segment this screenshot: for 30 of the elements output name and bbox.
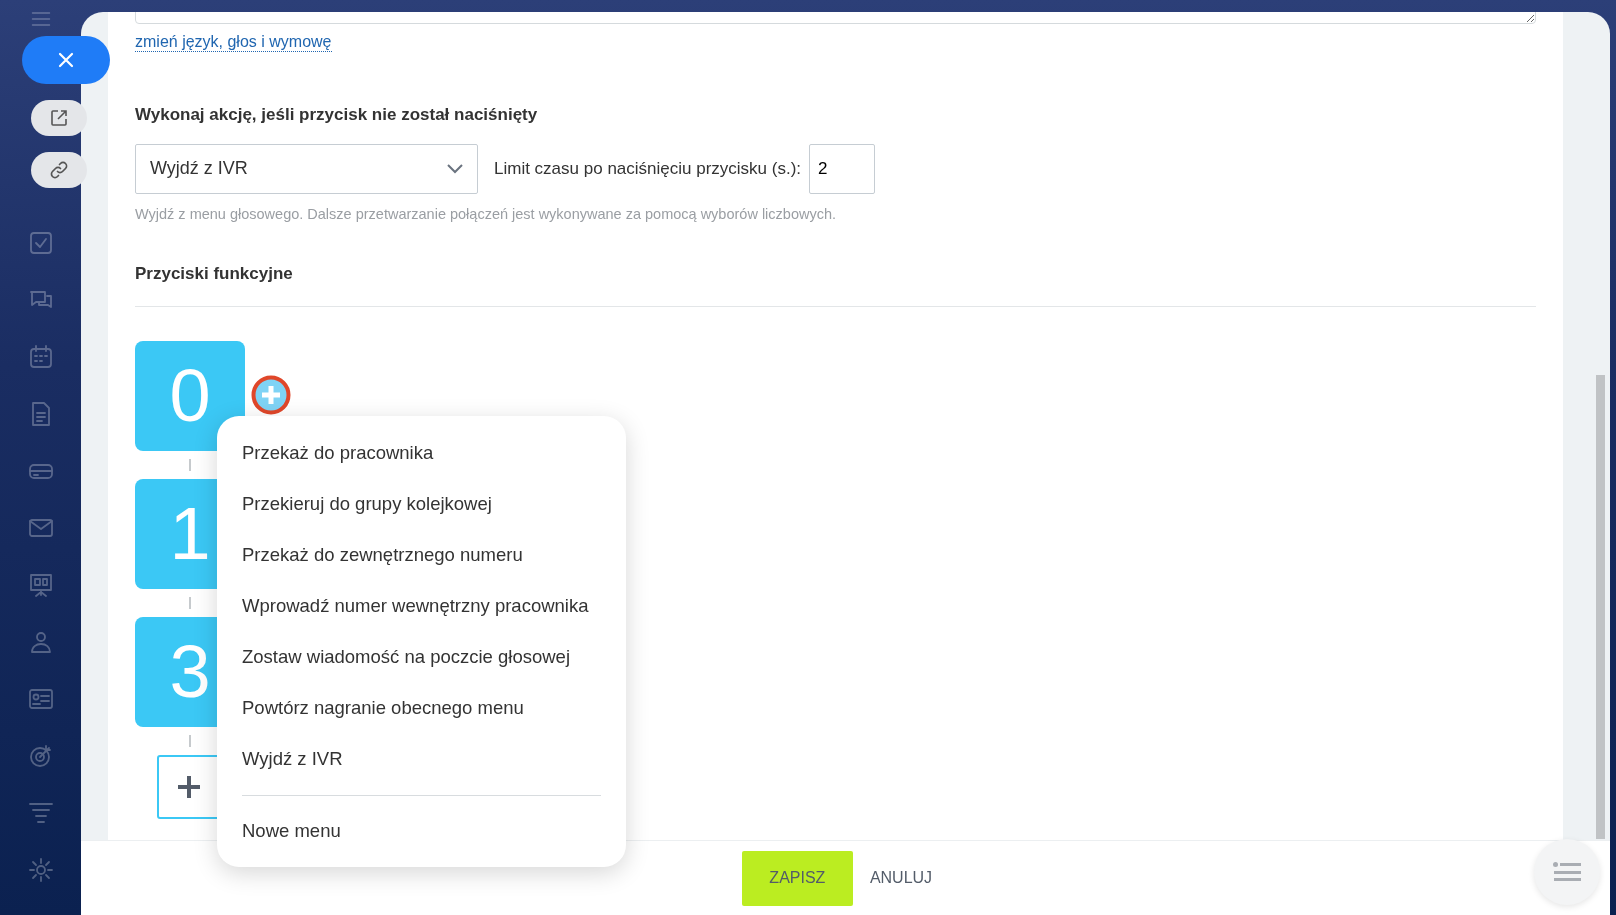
open-in-new-window-button[interactable] [31, 100, 87, 136]
copy-link-button[interactable] [31, 152, 87, 188]
checkbox-icon[interactable] [27, 230, 54, 256]
menu-item[interactable]: Nowe menu [217, 805, 626, 857]
presentation-icon[interactable] [27, 572, 54, 598]
timeout-label: Limit czasu po naciśnięciu przycisku (s.): [494, 157, 802, 180]
funnel-icon[interactable] [27, 800, 54, 826]
close-icon [57, 51, 75, 69]
hint-text: Wyjdź z menu głosowego. Dalsze przetwarzanie połączeń jest wykonywane za pomocą wyborów liczbowych. [135, 204, 838, 224]
save-button[interactable]: ZAPISZ [741, 850, 853, 906]
section-heading: Wykonaj akcję, jeśli przycisk nie został naciśnięty [135, 104, 539, 126]
chevron-down-icon [447, 163, 463, 174]
action-select[interactable]: Wyjdź z IVR [135, 143, 478, 194]
external-link-icon [49, 108, 69, 128]
scrollbar[interactable] [1596, 375, 1605, 839]
plus-icon [177, 774, 201, 799]
close-button[interactable] [22, 36, 110, 84]
contact-card-icon[interactable] [27, 686, 54, 712]
section-heading: Przyciski funkcyjne [135, 263, 294, 286]
cancel-button[interactable]: ANULUJ [852, 850, 950, 906]
gear-icon[interactable] [27, 857, 54, 883]
calendar-icon[interactable] [27, 344, 54, 370]
target-icon[interactable] [27, 743, 54, 769]
timeout-input[interactable]: 2 [809, 143, 876, 194]
voice-settings-link[interactable]: zmień język, głos i wymowę [135, 32, 332, 53]
link-icon [49, 160, 69, 180]
menu-item[interactable]: Wyjdź z IVR [217, 733, 626, 785]
add-action-button[interactable] [251, 374, 291, 415]
list-menu-button[interactable] [1534, 839, 1600, 905]
list-icon [1553, 862, 1581, 882]
